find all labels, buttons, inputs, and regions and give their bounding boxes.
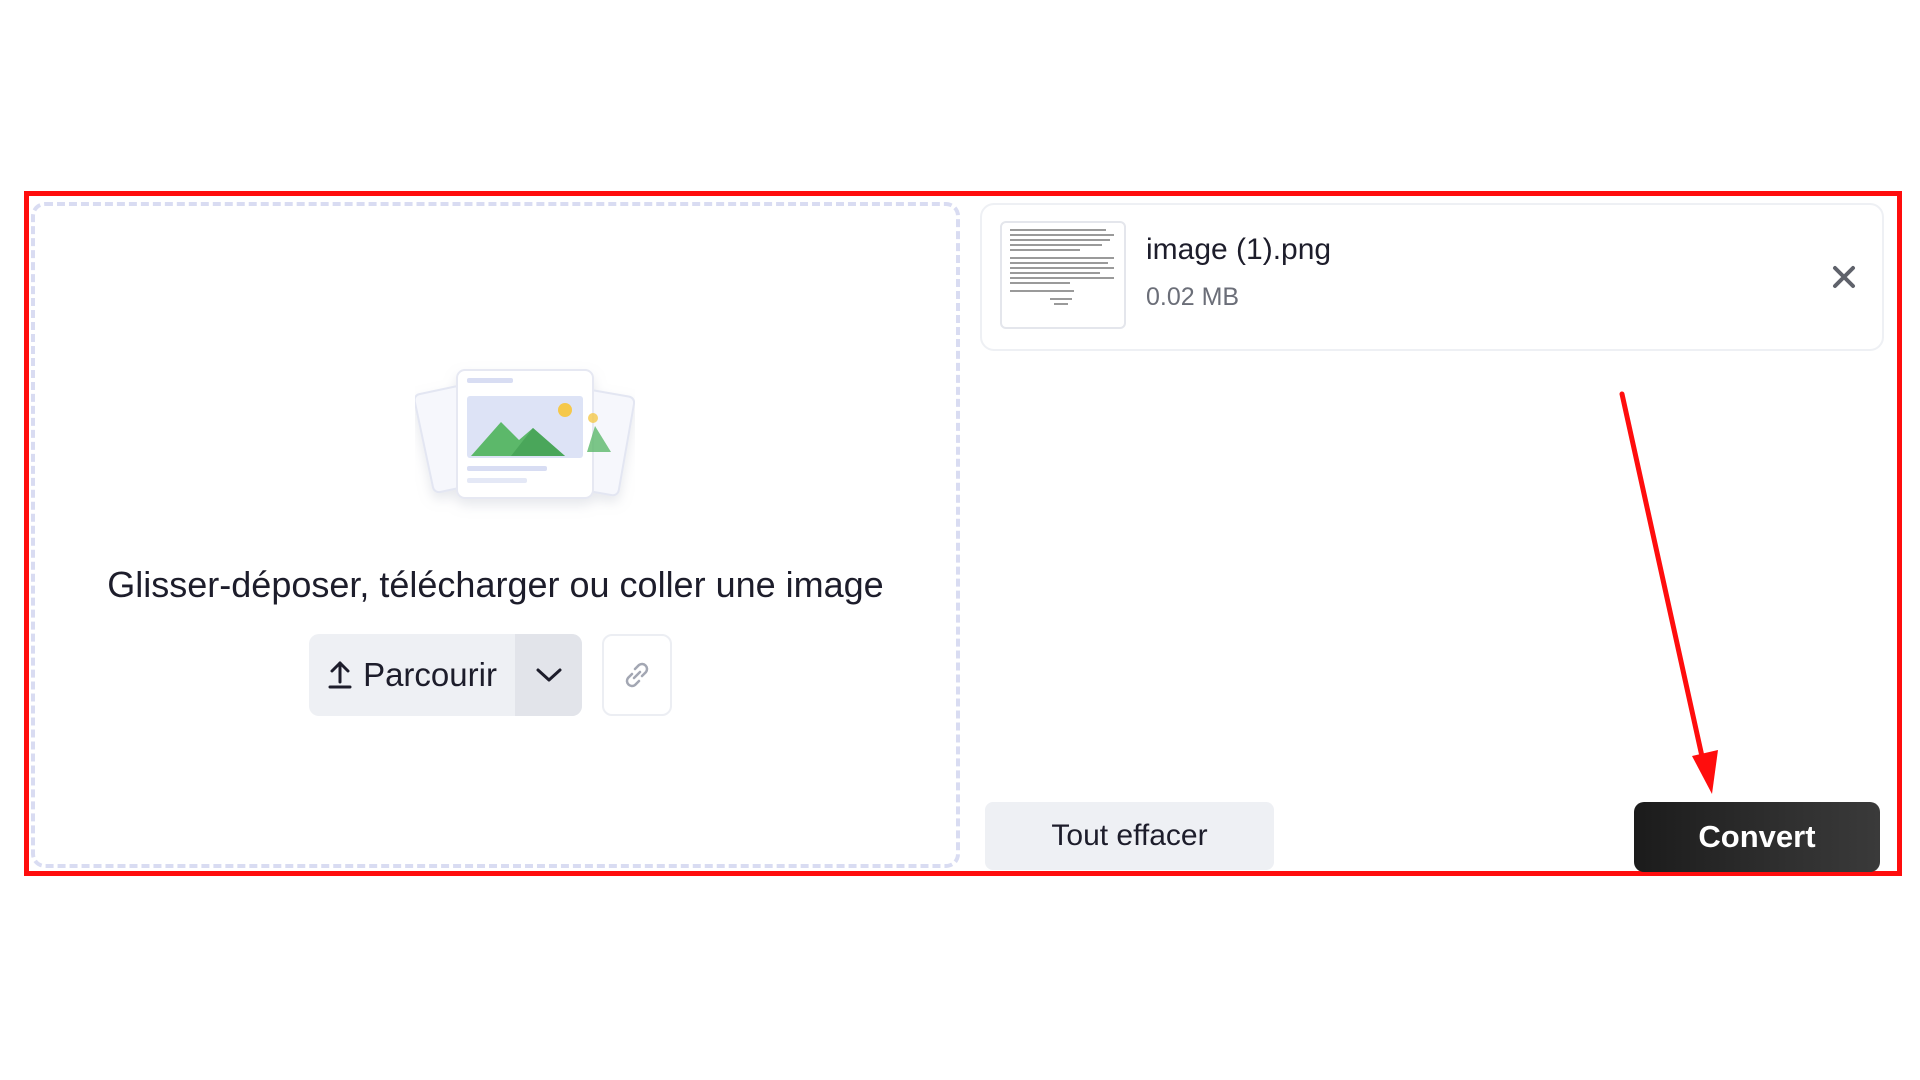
image-gallery-illustration xyxy=(415,369,635,499)
browse-button[interactable]: Parcourir xyxy=(309,634,515,716)
chevron-down-icon xyxy=(536,668,561,682)
clear-all-button[interactable]: Tout effacer xyxy=(985,802,1274,870)
file-size: 0.02 MB xyxy=(1146,283,1240,311)
convert-button[interactable]: Convert xyxy=(1634,802,1880,872)
browse-label: Parcourir xyxy=(363,656,497,693)
upload-icon xyxy=(328,661,352,689)
browse-button-group: Parcourir xyxy=(309,634,582,716)
upload-dropzone[interactable]: Glisser-déposer, télécharger ou coller u… xyxy=(31,202,960,868)
document-preview-graphic xyxy=(1010,229,1114,305)
paste-url-button[interactable] xyxy=(602,634,672,716)
dropzone-prompt: Glisser-déposer, télécharger ou coller u… xyxy=(107,564,884,605)
annotation-arrow xyxy=(1619,391,1718,794)
link-icon xyxy=(625,662,649,688)
file-list-item: image (1).png 0.02 MB xyxy=(980,203,1884,351)
page: Glisser-déposer, télécharger ou coller u… xyxy=(0,0,1920,1080)
close-icon xyxy=(1833,266,1855,288)
remove-file-button[interactable] xyxy=(1824,257,1864,297)
file-thumbnail xyxy=(1000,221,1126,329)
browse-options-dropdown[interactable] xyxy=(515,634,582,716)
file-name: image (1).png xyxy=(1146,233,1332,266)
